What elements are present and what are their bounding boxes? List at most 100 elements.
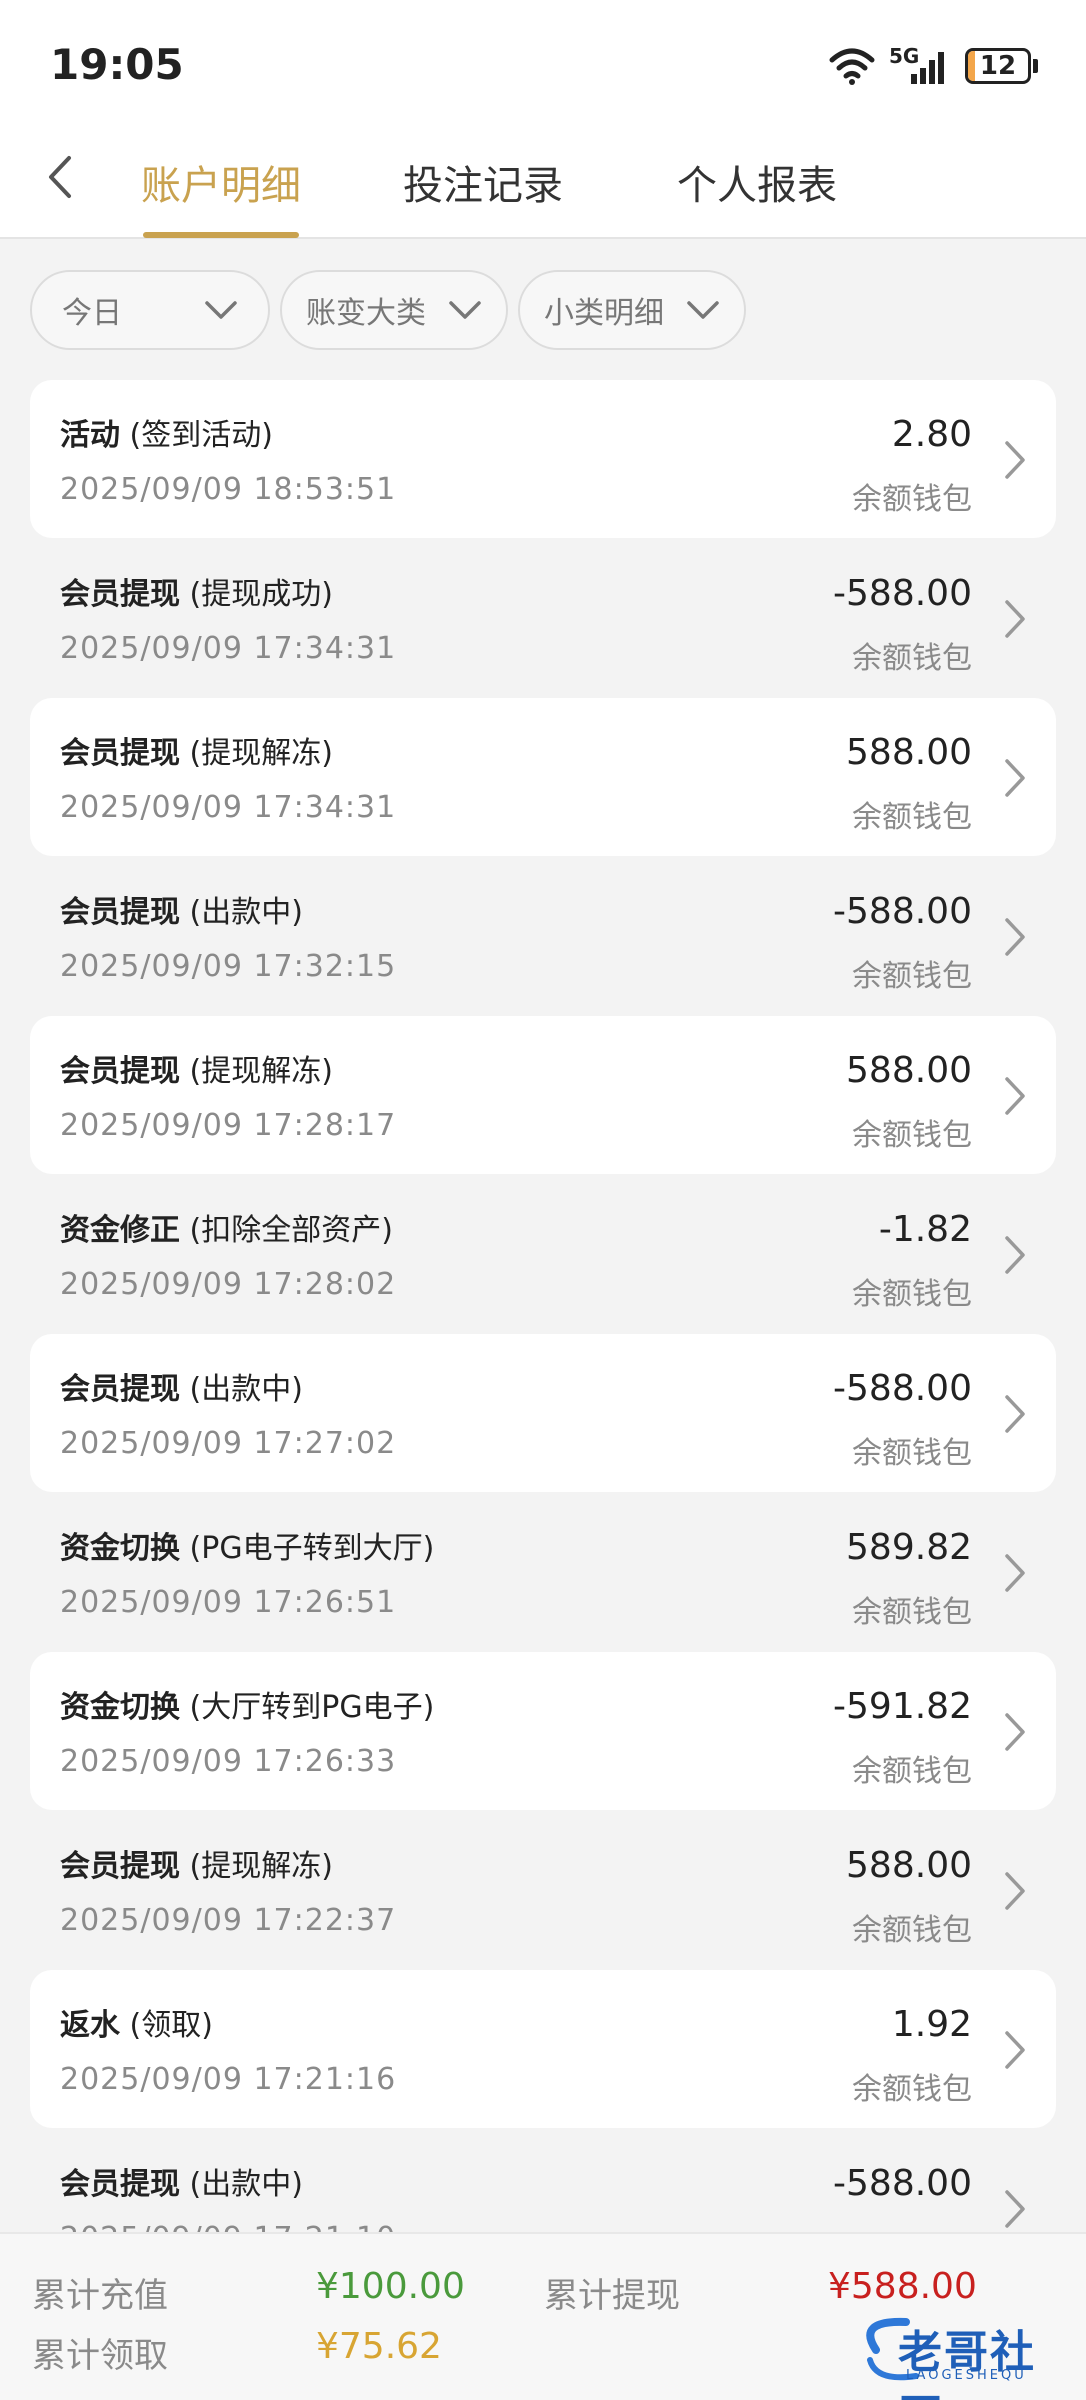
row-detail: (提现解冻)	[189, 1054, 333, 1089]
sub-category-dropdown[interactable]: 小类明细	[518, 270, 746, 350]
tab-personal-report[interactable]: 个人报表	[664, 142, 850, 222]
header: 账户明细 投注记录 个人报表	[0, 124, 1086, 239]
row-date: 2025/09/09 17:26:51	[60, 1585, 397, 1620]
row-amount: -588.00	[833, 2163, 972, 2204]
battery-icon: 12	[965, 48, 1031, 84]
row-date: 2025/09/09 17:26:33	[60, 1744, 397, 1779]
row-amount: 588.00	[846, 1845, 972, 1886]
row-category: 资金修正	[60, 1213, 180, 1248]
row-amount: -588.00	[833, 1368, 972, 1409]
battery-fill	[968, 51, 976, 81]
tab-bet-records[interactable]: 投注记录	[390, 142, 576, 222]
watermark-subtext: LAOGESHEQU	[906, 2368, 1027, 2383]
row-detail: (领取)	[129, 2008, 213, 2043]
filter-bar: 今日 账变大类 小类明细	[30, 270, 746, 350]
chevron-right-icon	[1005, 1872, 1025, 1910]
row-amount: -591.82	[833, 1686, 972, 1727]
watermark-logo: 老哥社区 LAOGESHEQU	[846, 2310, 1072, 2400]
row-date: 2025/09/09 17:28:17	[60, 1108, 397, 1143]
battery-text: 12	[979, 51, 1017, 81]
chevron-left-icon	[49, 156, 71, 198]
row-category: 资金切换	[60, 1531, 180, 1566]
tab-account-details[interactable]: 账户明细	[128, 142, 314, 222]
transaction-row[interactable]: 会员提现 (出款中) 2025/09/09 17:32:15 -588.00 余…	[30, 857, 1056, 1015]
row-wallet: 余额钱包	[852, 1913, 972, 1948]
row-wallet: 余额钱包	[852, 1754, 972, 1789]
row-amount: 1.92	[891, 2004, 972, 2045]
row-wallet: 余额钱包	[852, 1436, 972, 1471]
chevron-right-icon	[1005, 1554, 1025, 1592]
transaction-row[interactable]: 资金切换 (大厅转到PG电子) 2025/09/09 17:26:33 -591…	[30, 1652, 1056, 1810]
back-button[interactable]	[30, 142, 90, 212]
chevron-right-icon	[1005, 1236, 1025, 1274]
row-amount: 588.00	[846, 732, 972, 773]
row-date: 2025/09/09 17:34:31	[60, 631, 397, 666]
row-category: 会员提现	[60, 895, 180, 930]
transaction-row[interactable]: 活动 (签到活动) 2025/09/09 18:53:51 2.80 余额钱包	[30, 380, 1056, 538]
row-detail: (提现解冻)	[189, 1849, 333, 1884]
row-amount: -588.00	[833, 573, 972, 614]
transaction-row[interactable]: 资金修正 (扣除全部资产) 2025/09/09 17:28:02 -1.82 …	[30, 1175, 1056, 1333]
signal-icon: 5G	[889, 44, 951, 88]
date-filter-dropdown[interactable]: 今日	[30, 270, 270, 350]
total-withdraw-value: ¥588.00	[828, 2266, 977, 2307]
row-date: 2025/09/09 17:27:02	[60, 1426, 397, 1461]
row-category: 会员提现	[60, 736, 180, 771]
transaction-row[interactable]: 资金切换 (PG电子转到大厅) 2025/09/09 17:26:51 589.…	[30, 1493, 1056, 1651]
watermark-text: 老哥社区	[898, 2327, 1036, 2400]
row-detail: (出款中)	[189, 895, 303, 930]
transaction-row[interactable]: 会员提现 (提现解冻) 2025/09/09 17:22:37 588.00 余…	[30, 1811, 1056, 1969]
row-date: 2025/09/09 17:22:37	[60, 1903, 397, 1938]
total-withdraw-label: 累计提现	[544, 2276, 680, 2316]
chevron-down-icon	[687, 301, 719, 319]
chevron-right-icon	[1005, 2031, 1025, 2069]
transaction-row[interactable]: 会员提现 (出款中) 2025/09/09 17:27:02 -588.00 余…	[30, 1334, 1056, 1492]
row-date: 2025/09/09 17:21:16	[60, 2062, 397, 2097]
row-category: 活动	[60, 418, 120, 453]
transaction-list: 活动 (签到活动) 2025/09/09 18:53:51 2.80 余额钱包 …	[30, 380, 1056, 2288]
row-wallet: 余额钱包	[852, 482, 972, 517]
chevron-right-icon	[1005, 918, 1025, 956]
row-category: 返水	[60, 2008, 120, 2043]
row-title: 资金切换 (大厅转到PG电子)	[60, 1682, 434, 1726]
row-category: 会员提现	[60, 1054, 180, 1089]
row-detail: (提现解冻)	[189, 736, 333, 771]
row-amount: 588.00	[846, 1050, 972, 1091]
transaction-row[interactable]: 会员提现 (提现解冻) 2025/09/09 17:34:31 588.00 余…	[30, 698, 1056, 856]
row-detail: (大厅转到PG电子)	[189, 1690, 435, 1725]
row-wallet: 余额钱包	[852, 2072, 972, 2107]
row-amount: -588.00	[833, 891, 972, 932]
row-wallet: 余额钱包	[852, 1277, 972, 1312]
wifi-icon	[829, 48, 875, 85]
row-category: 会员提现	[60, 1372, 180, 1407]
status-icons: 5G 12	[829, 44, 1038, 88]
row-amount: -1.82	[878, 1209, 972, 1250]
row-category: 会员提现	[60, 2167, 180, 2202]
row-detail: (提现成功)	[189, 577, 333, 612]
row-detail: (签到活动)	[129, 418, 273, 453]
row-title: 会员提现 (提现解冻)	[60, 728, 333, 772]
row-amount: 2.80	[891, 414, 972, 455]
date-filter-label: 今日	[62, 296, 122, 331]
chevron-right-icon	[1005, 441, 1025, 479]
row-date: 2025/09/09 17:34:31	[60, 790, 397, 825]
main-category-dropdown[interactable]: 账变大类	[280, 270, 508, 350]
row-title: 会员提现 (提现解冻)	[60, 1046, 333, 1090]
transaction-row[interactable]: 会员提现 (提现成功) 2025/09/09 17:34:31 -588.00 …	[30, 539, 1056, 697]
status-time: 19:05	[50, 40, 184, 89]
chevron-right-icon	[1005, 759, 1025, 797]
row-wallet: 余额钱包	[852, 959, 972, 994]
row-title: 会员提现 (提现解冻)	[60, 1841, 333, 1885]
row-detail: (PG电子转到大厅)	[189, 1531, 435, 1566]
row-detail: (出款中)	[189, 2167, 303, 2202]
row-title: 资金切换 (PG电子转到大厅)	[60, 1523, 434, 1567]
chevron-right-icon	[1005, 2190, 1025, 2228]
chevron-down-icon	[205, 301, 237, 319]
transaction-row[interactable]: 会员提现 (提现解冻) 2025/09/09 17:28:17 588.00 余…	[30, 1016, 1056, 1174]
transaction-row[interactable]: 返水 (领取) 2025/09/09 17:21:16 1.92 余额钱包	[30, 1970, 1056, 2128]
row-title: 返水 (领取)	[60, 2000, 213, 2044]
row-category: 会员提现	[60, 1849, 180, 1884]
chevron-right-icon	[1005, 1077, 1025, 1115]
row-wallet: 余额钱包	[852, 800, 972, 835]
chevron-down-icon	[449, 301, 481, 319]
